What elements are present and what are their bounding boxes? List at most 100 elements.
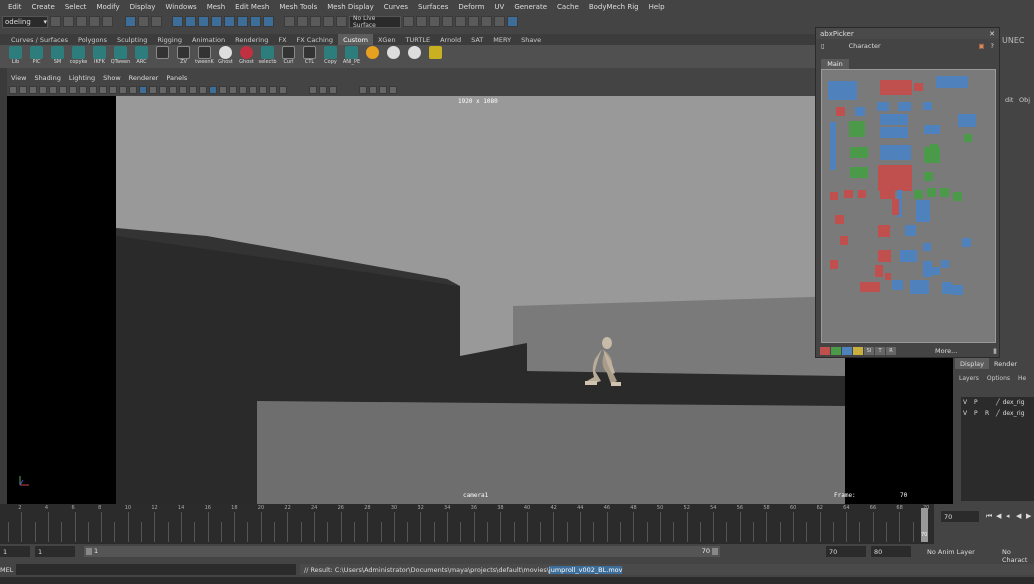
layer-toggle-p[interactable]: P (974, 399, 982, 406)
menu-surfaces[interactable]: Surfaces (413, 3, 453, 11)
shelf-button[interactable]: IKFK (90, 45, 109, 67)
shelf-tab-sat[interactable]: SAT (466, 34, 488, 45)
select-joints-icon[interactable] (185, 16, 196, 27)
more-button[interactable]: More... (935, 347, 957, 355)
shelf-button[interactable] (384, 45, 403, 67)
shelf-tab-fx-caching[interactable]: FX Caching (292, 34, 339, 45)
motion-blur-icon[interactable] (279, 85, 287, 94)
dof-icon[interactable] (269, 85, 277, 94)
select-curves-icon[interactable] (198, 16, 209, 27)
select-render-icon[interactable] (250, 16, 261, 27)
layer-toggle-r[interactable]: R (985, 410, 993, 417)
viewport-hud-icon[interactable] (369, 85, 377, 94)
smooth-shade-icon[interactable] (139, 85, 147, 94)
document-icon[interactable]: ▯ (821, 42, 825, 50)
layer-color-icon[interactable]: ╱ (996, 410, 1000, 417)
field-chart-icon[interactable] (99, 85, 107, 94)
character-set-dropdown[interactable]: No Charact (1002, 548, 1034, 564)
shelf-tab-arnold[interactable]: Arnold (435, 34, 466, 45)
translate-button[interactable]: T (875, 347, 885, 355)
range-slider-handle-end[interactable] (712, 548, 718, 555)
play-forward-icon[interactable]: ▶ (1026, 512, 1034, 520)
snap-curve-icon[interactable] (297, 16, 308, 27)
isolate-icon[interactable] (209, 85, 217, 94)
shelf-button[interactable] (426, 45, 445, 67)
menu-deform[interactable]: Deform (453, 3, 489, 11)
timeline[interactable]: 2 4 6 8 10 12 14 16 18 20 22 24 26 28 30 32 34 36 38 40 42 44… (0, 504, 934, 544)
color-swatch-green[interactable] (831, 347, 841, 355)
shelf-button[interactable]: ZV (174, 45, 193, 67)
gate-mask-icon[interactable] (89, 85, 97, 94)
panel-menu-lighting[interactable]: Lighting (65, 74, 99, 82)
menu-modify[interactable]: Modify (91, 3, 124, 11)
mode-dropdown[interactable]: odeling ▾ (2, 15, 48, 28)
color-swatch-red[interactable] (820, 347, 830, 355)
shelf-button[interactable] (363, 45, 382, 67)
exposure-icon[interactable] (309, 85, 317, 94)
menu-edit-mesh[interactable]: Edit Mesh (230, 3, 274, 11)
snap-grid-icon[interactable] (284, 16, 295, 27)
menu-select[interactable]: Select (60, 3, 92, 11)
menu-create[interactable]: Create (27, 3, 60, 11)
shelf-tab-custom[interactable]: Custom (338, 34, 373, 45)
picker-tab-main[interactable]: Main (821, 59, 849, 69)
go-to-start-icon[interactable]: ⏮ (986, 512, 994, 520)
panel-menu-view[interactable]: View (7, 74, 30, 82)
layer-toggle-v[interactable]: V (963, 399, 971, 406)
select-mode-icon[interactable] (125, 16, 136, 27)
textured-icon[interactable] (169, 85, 177, 94)
live-surface-field[interactable]: No Live Surface (349, 15, 401, 29)
color-mgmt-icon[interactable] (329, 85, 337, 94)
layer-menu-layers[interactable]: Layers (955, 375, 983, 382)
select-deform-icon[interactable] (224, 16, 235, 27)
default-material-icon[interactable] (149, 85, 157, 94)
layer-row[interactable]: V P ╱ dex_rig (961, 397, 1034, 408)
layer-row[interactable]: V P R ╱ dex_rig (961, 408, 1034, 419)
shelf-tab-rigging[interactable]: Rigging (152, 34, 187, 45)
film-gate-icon[interactable] (69, 85, 77, 94)
layer-menu-options[interactable]: Options (983, 375, 1014, 382)
help-icon[interactable]: ? (991, 42, 994, 50)
end-time-field[interactable]: 80 (871, 546, 911, 557)
select-all-button[interactable]: SI (864, 347, 874, 355)
snap-surface-icon[interactable] (336, 16, 347, 27)
grid-icon[interactable] (59, 85, 67, 94)
camera-tool-icon[interactable] (49, 85, 57, 94)
viewport[interactable]: 1920 x 1080 camera1 Frame: 70 (7, 96, 953, 504)
menu-uv[interactable]: UV (489, 3, 509, 11)
lights-icon[interactable] (179, 85, 187, 94)
shelf-tab-polygons[interactable]: Polygons (73, 34, 112, 45)
object-mode-icon[interactable] (151, 16, 162, 27)
hypershade-icon[interactable] (455, 16, 466, 27)
shelf-button[interactable]: ARC (132, 45, 151, 67)
layer-toggle-p[interactable]: P (974, 410, 982, 417)
anim-layer-dropdown[interactable]: No Anim Layer (927, 548, 975, 556)
step-back-icon[interactable]: ◀ (996, 512, 1004, 520)
shelf-button[interactable] (153, 45, 172, 67)
trash-icon[interactable]: ▮ (993, 347, 997, 355)
shelf-tab-shave[interactable]: Shave (516, 34, 546, 45)
viewport-2-icon[interactable] (359, 85, 367, 94)
playback-start-field[interactable]: 1 (35, 546, 75, 557)
picker-titlebar[interactable]: abxPicker ✕ (816, 28, 999, 39)
shelf-button[interactable]: copyke (69, 45, 88, 67)
shadows-icon[interactable] (189, 85, 197, 94)
tab-display[interactable]: Display (955, 358, 989, 369)
rotate-button[interactable]: R (886, 347, 896, 355)
shelf-button[interactable]: Ghost (237, 45, 256, 67)
command-input[interactable] (16, 564, 296, 575)
undo-icon[interactable] (89, 16, 100, 27)
menu-mesh[interactable]: Mesh (202, 3, 230, 11)
wireframe-on-shaded-icon[interactable] (159, 85, 167, 94)
color-swatch-yellow[interactable] (853, 347, 863, 355)
component-mode-icon[interactable] (138, 16, 149, 27)
image-plane-icon[interactable] (39, 85, 47, 94)
camera-select-icon[interactable] (9, 85, 17, 94)
viewport-layout-icon[interactable] (379, 85, 387, 94)
shelf-tab-curves-surfaces[interactable]: Curves / Surfaces (6, 34, 73, 45)
viewport-options-icon[interactable] (389, 85, 397, 94)
shelf-button[interactable]: Lib (6, 45, 25, 67)
select-dynamics-icon[interactable] (237, 16, 248, 27)
render-settings-icon[interactable] (442, 16, 453, 27)
xray-icon[interactable] (219, 85, 227, 94)
